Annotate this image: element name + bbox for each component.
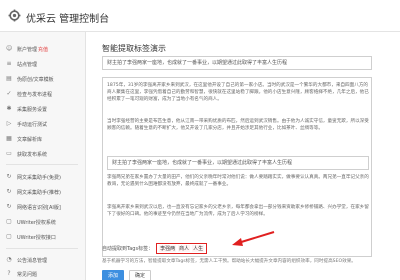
- sidebar-item-label: 公告消息管理: [17, 257, 48, 264]
- sidebar-item-account[interactable]: ☺ 账户管理 充值: [0, 43, 86, 55]
- title-input[interactable]: 财主拍了李强两家一座地，也成就了一番事业，以期望通过此取得了丰富人生历程: [102, 56, 372, 70]
- document-icon: ▤: [6, 75, 12, 82]
- sidebar-item-collect-recommended[interactable]: ↻ 网文采集助手(推荐): [0, 186, 86, 198]
- sidebar-item-label: 网络语言识别[AI版]: [17, 204, 61, 211]
- list-icon: ≡: [6, 60, 12, 67]
- sidebar-item-uwriter-api[interactable]: ▢ UWriter授权接口: [0, 231, 86, 243]
- tags-box: 李强两 商人 人生: [156, 242, 208, 254]
- document-icon: ▢: [6, 218, 12, 225]
- user-icon: ☺: [6, 45, 13, 52]
- sidebar-item-label: 网文采集助手(免费): [17, 174, 61, 181]
- tag-chip[interactable]: 人生: [192, 244, 205, 252]
- document-icon: ▢: [6, 233, 12, 240]
- tag-chip[interactable]: 李强两: [159, 244, 177, 252]
- sidebar-item-language-ai[interactable]: ↻ 网络语言识别[AI版]: [0, 201, 86, 213]
- database-icon: ▦: [6, 135, 12, 142]
- article-paragraph: 当时李强经营的主要是布匹生意，他从江南一带采购优质的布匹，然后运到武汉销售。由于…: [107, 119, 369, 131]
- sidebar-item-announcements[interactable]: ◔ 公告消息管理: [0, 254, 86, 266]
- sidebar-item-sites[interactable]: ≡ 站点管理: [0, 58, 86, 70]
- sidebar-item-label: UWriter授权接口: [17, 234, 56, 241]
- sidebar-item-label: 采集服务设置: [17, 106, 48, 113]
- sidebar-item-label: 文章解析库: [17, 136, 43, 143]
- article-paragraph: 1875年，31岁的李强离开家乡来到武汉，在这里他开设了自己的第一家小店。当时的…: [107, 83, 369, 102]
- sidebar-item-publish-process[interactable]: ✓ 检查与发布进程: [0, 88, 86, 100]
- sidebar-item-label: 手动运行测试: [17, 121, 48, 128]
- gear-logo-icon: [8, 9, 21, 22]
- sidebar-item-label: 网文采集助手(推荐): [17, 189, 61, 196]
- recharge-badge[interactable]: 充值: [38, 46, 48, 53]
- sidebar-item-label: UWriter授权系统: [17, 219, 56, 226]
- article-paragraph: 李强两兄弟在家乡置办了大量的田产，他们的父亲晚年时常对他们说：做人要踏踏实实，做…: [107, 175, 369, 187]
- refresh-icon: ↻: [6, 203, 12, 210]
- app-title: 优采云 管理控制台: [26, 14, 110, 25]
- confirm-button[interactable]: 确定: [129, 270, 151, 280]
- highlight-arrow-icon: [232, 231, 275, 246]
- settings-icon: ✱: [6, 105, 12, 112]
- check-icon: ✓: [6, 90, 12, 97]
- play-icon: ▷: [6, 120, 12, 127]
- tag-chip[interactable]: 商人: [178, 244, 191, 252]
- sidebar-divider: [6, 164, 78, 165]
- sidebar-divider: [6, 248, 78, 249]
- sidebar-item-collect-free[interactable]: ↻ 网文采集助手(免费): [0, 171, 86, 183]
- sidebar-item-label: 常见问题: [17, 271, 38, 278]
- add-button[interactable]: 添加: [102, 270, 124, 280]
- bell-icon: ◔: [6, 256, 12, 263]
- sidebar-item-uwriter-auth[interactable]: ▢ UWriter授权系统: [0, 216, 86, 228]
- sidebar-item-label: 获取发布系统: [17, 151, 48, 158]
- sidebar-item-label: 账户管理: [17, 46, 38, 53]
- download-icon: ▭: [6, 150, 12, 157]
- tags-label: 自动提取到Tags标签：: [102, 245, 154, 252]
- sidebar-item-label: 检查与发布进程: [17, 91, 53, 98]
- article-paragraph: 李强离开家乡来到武汉以后，也一直没有忘记家乡的父老乡亲，每年都会拿出一部分钱来资…: [107, 205, 369, 217]
- help-icon: ?: [7, 270, 11, 277]
- sidebar-item-publish-system[interactable]: ▭ 获取发布系统: [0, 148, 86, 160]
- extracted-tags-row: 自动提取到Tags标签： 李强两 商人 人生: [102, 242, 208, 254]
- sidebar: ☺ 账户管理 充值 ≡ 站点管理 ▤ 伪原创/文章模板 ✓ 检查与发布进程 ✱ …: [0, 32, 86, 280]
- page-title: 智能提取标签演示: [102, 44, 166, 53]
- refresh-icon: ↻: [6, 173, 12, 180]
- top-bar: 优采云 管理控制台: [0, 0, 400, 32]
- main-content: 智能提取标签演示 财主拍了李强两家一座地，也成就了一番事业，以期望通过此取得了丰…: [87, 32, 400, 280]
- sidebar-item-faq[interactable]: ? 常见问题: [0, 268, 86, 280]
- sidebar-item-article-library[interactable]: ▦ 文章解析库: [0, 133, 86, 145]
- sidebar-item-label: 伪原创/文章模板: [17, 76, 54, 83]
- sidebar-item-manual-test[interactable]: ▷ 手动运行测试: [0, 118, 86, 130]
- sidebar-item-label: 站点管理: [17, 61, 38, 68]
- hint-text: 基于机器学习的方法，智能提取文章Tags标签，无需人工干预。帮助站长大幅提升文章…: [102, 259, 356, 264]
- refresh-icon: ↻: [6, 188, 12, 195]
- quote-box: 财主拍了李强两家一座地，也成就了一番事业，以期望通过此取得了丰富人生历程: [107, 156, 369, 170]
- sidebar-item-collect-settings[interactable]: ✱ 采集服务设置: [0, 103, 86, 115]
- sidebar-item-templates[interactable]: ▤ 伪原创/文章模板: [0, 73, 86, 85]
